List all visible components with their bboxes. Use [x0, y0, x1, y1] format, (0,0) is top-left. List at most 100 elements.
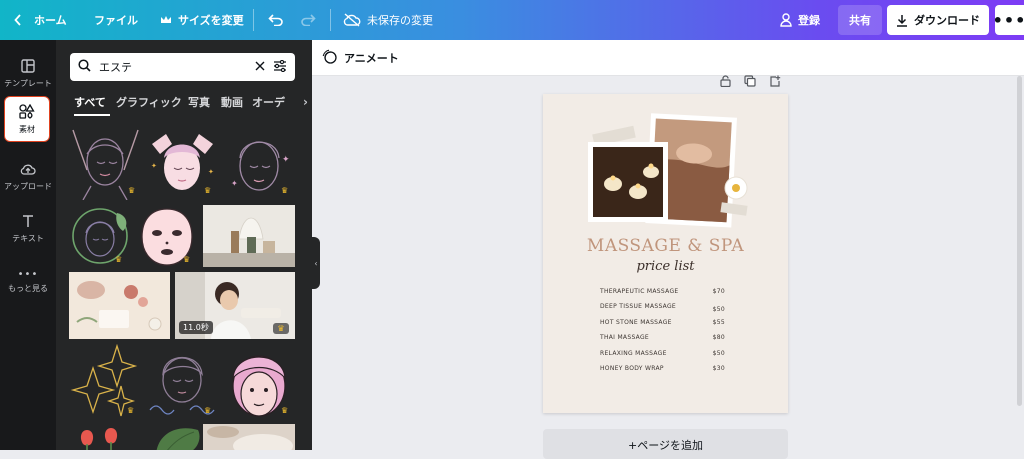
price-item-name: HOT STONE MASSAGE	[600, 319, 672, 326]
cloud-off-icon	[343, 13, 361, 27]
search-icon	[78, 59, 91, 75]
search-input[interactable]: エステ	[70, 53, 295, 81]
share-label: 共有	[849, 14, 871, 27]
rail-item-label: 素材	[19, 124, 35, 134]
graphic-face-outline-sparkle[interactable]: ✦ ✦ ♛	[223, 128, 296, 200]
premium-crown-icon: ♛	[281, 186, 289, 195]
rail-item-label: アップロード	[4, 182, 52, 191]
canvas-scrollbar[interactable]	[1017, 76, 1022, 406]
tab-graphics[interactable]: グラフィック	[116, 94, 182, 110]
home-button[interactable]: ホーム	[14, 0, 67, 40]
premium-crown-icon: ♛	[204, 186, 212, 195]
price-item-value: $30	[712, 365, 725, 372]
price-item-value: $50	[712, 306, 725, 313]
add-page-label: +ページを追加	[628, 439, 703, 452]
video-esthetician[interactable]: 11.0秒 ♛	[175, 272, 295, 339]
price-item-value: $50	[712, 350, 725, 357]
filter-icon[interactable]	[273, 59, 287, 75]
poster-subtitle: price list	[636, 259, 695, 274]
chevron-right-icon[interactable]: ›	[303, 95, 308, 109]
graphic-face-leaf-circle[interactable]: ♛	[69, 205, 131, 267]
resize-button[interactable]: サイズを変更	[160, 0, 244, 40]
svg-text:✦: ✦	[151, 162, 157, 170]
graphic-gold-sparkles[interactable]: ♛	[69, 344, 142, 420]
more-icon: •••	[17, 268, 39, 280]
animate-label: アニメート	[344, 52, 399, 65]
lock-icon[interactable]	[720, 75, 731, 89]
login-button[interactable]: 登録	[780, 0, 820, 40]
video-duration-badge: 11.0秒	[179, 321, 213, 334]
photo-spa-flatlay[interactable]	[69, 272, 170, 339]
redo-button[interactable]	[300, 0, 316, 40]
share-button[interactable]: 共有	[838, 5, 882, 35]
upload-icon	[20, 162, 36, 178]
text-icon	[21, 214, 35, 230]
svg-text:✦: ✦	[231, 179, 238, 188]
tab-all[interactable]: すべて	[74, 94, 106, 110]
tab-audio[interactable]: オーデ	[252, 94, 298, 110]
undo-button[interactable]	[268, 0, 284, 40]
elements-panel: エステ すべて グラフィック 写真 動画 オーデ › ♛ ✦ ✦ ♛ ✦ ✦ ♛…	[56, 40, 312, 450]
top-bar: ホーム ファイル サイズを変更 未保存の変更 登録 共有 ダウンロード •••	[0, 0, 1024, 40]
price-item-value: $80	[712, 334, 725, 341]
price-row: THAI MASSAGE $80	[600, 334, 725, 341]
premium-crown-icon: ♛	[183, 255, 191, 264]
collapse-panel-button[interactable]: ‹	[312, 237, 320, 289]
graphic-face-massage-pink[interactable]: ✦ ✦ ♛	[146, 128, 219, 200]
tab-photos[interactable]: 写真	[188, 94, 210, 110]
premium-crown-icon: ♛	[128, 186, 136, 195]
editor-toolbar: アニメート	[312, 40, 1024, 76]
graphic-sheet-mask[interactable]: ♛	[136, 205, 198, 267]
elements-icon	[19, 103, 35, 121]
rail-item-elements[interactable]: 素材	[4, 96, 50, 142]
clear-icon[interactable]	[255, 61, 265, 74]
side-rail: テンプレート 素材 アップロード テキスト ••• もっと見る	[0, 40, 56, 450]
duplicate-page-icon[interactable]	[744, 75, 756, 89]
search-query[interactable]: エステ	[99, 59, 247, 75]
premium-crown-icon: ♛	[115, 255, 123, 264]
graphic-face-towel-dots[interactable]: ♛	[146, 344, 219, 420]
add-page-button[interactable]: +ページを追加	[543, 429, 788, 459]
price-item-name: DEEP TISSUE MASSAGE	[600, 303, 677, 310]
chevron-left-icon	[14, 14, 22, 26]
animate-button[interactable]: アニメート	[322, 40, 399, 76]
home-label: ホーム	[34, 14, 67, 27]
price-row: HOT STONE MASSAGE $55	[600, 319, 725, 326]
premium-crown-icon: ♛	[273, 323, 289, 334]
file-label: ファイル	[94, 14, 138, 27]
download-button[interactable]: ダウンロード	[887, 5, 989, 35]
rail-item-label: テンプレート	[4, 79, 52, 88]
price-item-name: HONEY BODY WRAP	[600, 365, 664, 372]
graphic-red-tulips[interactable]	[69, 424, 142, 450]
tab-videos[interactable]: 動画	[221, 94, 243, 110]
graphic-face-pink-towel[interactable]: ♛	[223, 344, 296, 420]
price-row: DEEP TISSUE MASSAGE $50	[600, 303, 725, 313]
page-controls	[720, 75, 790, 89]
premium-crown-icon: ♛	[204, 406, 212, 415]
add-page-icon[interactable]	[769, 75, 781, 89]
save-status[interactable]: 未保存の変更	[343, 0, 433, 40]
rail-item-templates[interactable]: テンプレート	[0, 49, 56, 99]
price-item-name: THERAPEUTIC MASSAGE	[600, 288, 679, 295]
poster-title: MASSAGE & SPA	[586, 236, 745, 256]
more-options-button[interactable]: •••	[992, 5, 1024, 35]
price-item-value: $55	[712, 319, 725, 326]
rail-item-text[interactable]: テキスト	[0, 204, 56, 254]
premium-crown-icon: ♛	[127, 406, 135, 415]
rail-item-more[interactable]: ••• もっと見る	[0, 256, 56, 306]
animate-icon	[322, 49, 337, 67]
undo-icon	[268, 14, 284, 26]
file-menu[interactable]: ファイル	[94, 0, 138, 40]
graphic-face-massage-line[interactable]: ♛	[69, 128, 142, 200]
more-options-icon: •••	[992, 10, 1024, 30]
rail-item-uploads[interactable]: アップロード	[0, 152, 56, 202]
login-label: 登録	[798, 14, 820, 27]
active-tab-indicator	[74, 114, 110, 116]
download-icon	[896, 14, 908, 27]
photo-spa-towels[interactable]	[203, 424, 295, 450]
photo-spa-products[interactable]	[203, 205, 295, 267]
save-status-label: 未保存の変更	[367, 14, 433, 27]
download-label: ダウンロード	[914, 14, 980, 27]
price-row: THERAPEUTIC MASSAGE $70	[600, 288, 725, 295]
design-page[interactable]: MASSAGE & SPA price list THERAPEUTIC MAS…	[543, 94, 788, 413]
